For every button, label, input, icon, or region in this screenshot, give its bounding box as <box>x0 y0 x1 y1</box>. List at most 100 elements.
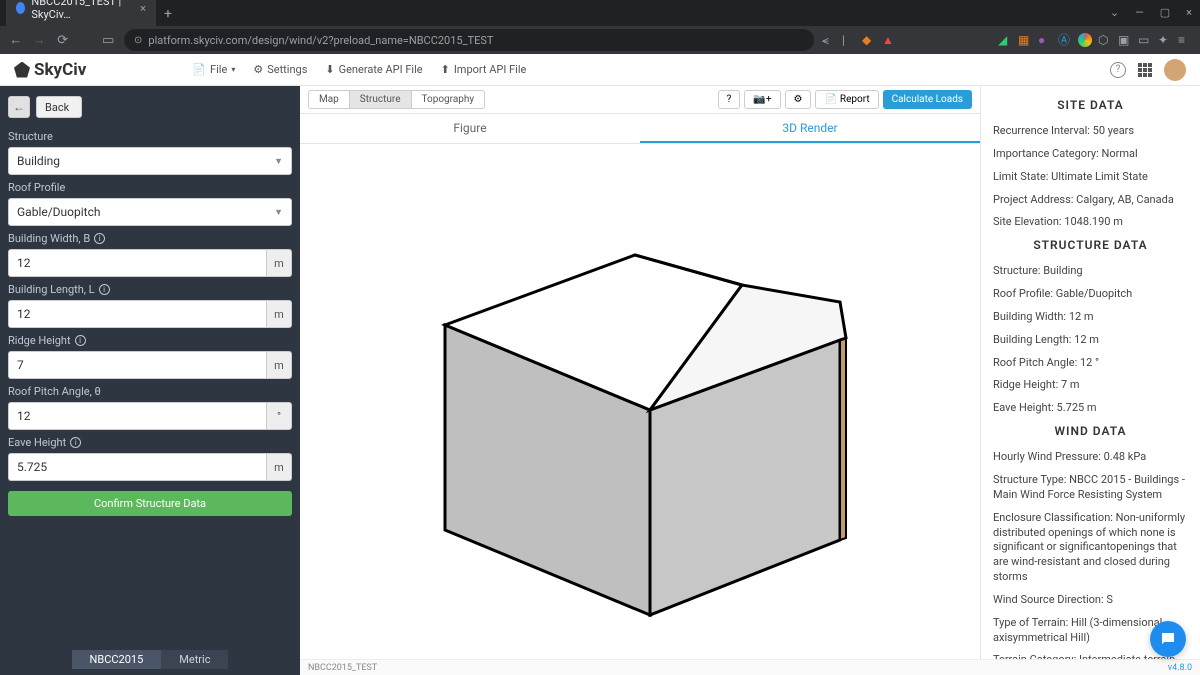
calculate-loads-button[interactable]: Calculate Loads <box>883 90 972 109</box>
data-row: Structure: Building <box>993 260 1188 283</box>
ext-icon[interactable]: ▲ <box>882 33 896 47</box>
ext-icon[interactable]: ● <box>1038 33 1052 47</box>
tab-bar: NBCC2015_TEST | SkyCiv… × + ⌄ — ▢ × <box>0 0 1200 26</box>
unit-label: ° <box>266 402 292 430</box>
chevron-down-icon[interactable]: ⌄ <box>1106 4 1123 21</box>
info-icon[interactable]: i <box>99 284 110 295</box>
ext-icon[interactable]: Ⓐ <box>1058 33 1072 47</box>
site-data-title: SITE DATA <box>993 98 1188 112</box>
right-panel: SITE DATA Recurrence Interval: 50 years … <box>980 86 1200 675</box>
data-row: Eave Height: 5.725 m <box>993 397 1188 420</box>
footer-version: v4.8.0 <box>1168 663 1192 673</box>
back-nav-icon[interactable]: ← <box>8 32 24 48</box>
info-icon[interactable]: i <box>94 233 105 244</box>
ridge-label: Ridge Heighti <box>8 334 292 347</box>
help-toolbar-button[interactable]: ? <box>718 90 741 109</box>
generate-api-button[interactable]: ⬇Generate API File <box>325 63 422 76</box>
apps-icon[interactable] <box>1138 63 1152 77</box>
roof-profile-select[interactable]: Gable/Duopitch ▼ <box>8 198 292 226</box>
browser-chrome: NBCC2015_TEST | SkyCiv… × + ⌄ — ▢ × ← → … <box>0 0 1200 54</box>
ext-icon[interactable]: ▦ <box>1018 33 1032 47</box>
logo-icon <box>14 62 30 78</box>
3d-render-tab[interactable]: 3D Render <box>640 114 980 143</box>
length-label: Building Length, Li <box>8 283 292 296</box>
share-icon[interactable]: ⪪ <box>822 33 836 47</box>
settings-button[interactable]: ⚙Settings <box>253 63 307 76</box>
caret-icon: ▼ <box>274 156 283 167</box>
roof-profile-select-value: Gable/Duopitch <box>17 205 100 219</box>
ext-icon[interactable]: ▣ <box>1118 33 1132 47</box>
pitch-input[interactable] <box>8 402 266 430</box>
data-row: Roof Profile: Gable/Duopitch <box>993 283 1188 306</box>
ext-icon[interactable] <box>1078 33 1092 47</box>
info-icon[interactable]: i <box>75 335 86 346</box>
tab-close-icon[interactable]: × <box>140 2 146 15</box>
tab-map[interactable]: Map <box>308 90 350 109</box>
caret-icon: ▼ <box>274 207 283 218</box>
chat-icon <box>1159 630 1177 648</box>
close-window-icon[interactable]: × <box>1182 4 1196 21</box>
tab-structure[interactable]: Structure <box>350 90 412 109</box>
code-pill[interactable]: NBCC2015 <box>72 650 162 669</box>
import-api-button[interactable]: ⬆Import API File <box>441 63 527 76</box>
ext-icon[interactable]: ▭ <box>1138 33 1152 47</box>
reload-icon[interactable]: ⟳ <box>55 33 71 48</box>
logo[interactable]: SkyCiv <box>14 60 86 80</box>
back-button[interactable]: Back <box>36 96 82 118</box>
3d-canvas[interactable] <box>300 144 980 675</box>
structure-select[interactable]: Building ▼ <box>8 147 292 175</box>
browser-tab[interactable]: NBCC2015_TEST | SkyCiv… × <box>6 0 156 26</box>
ext-icon[interactable]: ◆ <box>862 33 876 47</box>
window-controls: ⌄ — ▢ × <box>1106 4 1196 21</box>
length-input[interactable] <box>8 300 266 328</box>
data-row: Structure Type: NBCC 2015 - Buildings - … <box>993 469 1188 507</box>
width-input[interactable] <box>8 249 266 277</box>
footer-bar: NBCC2015_TEST v4.8.0 <box>300 659 1200 675</box>
confirm-structure-button[interactable]: Confirm Structure Data <box>8 491 292 516</box>
file-menu[interactable]: 📄File▾ <box>192 63 235 76</box>
tab-topography[interactable]: Topography <box>412 90 486 109</box>
building-render <box>360 200 920 620</box>
new-tab-button[interactable]: + <box>156 2 180 26</box>
site-info-icon[interactable]: ▭ <box>101 33 117 48</box>
data-row: Ridge Height: 7 m <box>993 374 1188 397</box>
pitch-label: Roof Pitch Angle, θ <box>8 385 292 398</box>
camera-toolbar-button[interactable]: 📷+ <box>744 90 780 109</box>
data-row: Wind Source Direction: S <box>993 589 1188 612</box>
figure-tab[interactable]: Figure <box>300 114 640 143</box>
forward-nav-icon[interactable]: → <box>32 32 48 48</box>
units-pill[interactable]: Metric <box>161 650 228 669</box>
avatar[interactable] <box>1164 59 1186 81</box>
view-tabs: Figure 3D Render <box>300 114 980 144</box>
help-icon[interactable]: ? <box>1110 62 1126 78</box>
data-row: Roof Pitch Angle: 12 ° <box>993 352 1188 375</box>
chat-bubble-button[interactable] <box>1150 621 1186 657</box>
data-row: Site Elevation: 1048.190 m <box>993 211 1188 234</box>
sidebar: ← Back Structure Building ▼ Roof Profile… <box>0 86 300 675</box>
gear-toolbar-button[interactable]: ⚙ <box>785 90 812 109</box>
footer-filename: NBCC2015_TEST <box>308 663 377 673</box>
data-row: Building Length: 12 m <box>993 329 1188 352</box>
menu-icon[interactable]: ≡ <box>1178 33 1192 47</box>
maximize-icon[interactable]: ▢ <box>1156 4 1174 21</box>
ridge-input[interactable] <box>8 351 266 379</box>
extension-icons: ⪪ | ◆ ▲ ◢ ▦ ● Ⓐ ⬡ ▣ ▭ ✦ ≡ <box>822 33 1192 47</box>
report-button[interactable]: 📄Report <box>815 90 878 109</box>
minimize-icon[interactable]: — <box>1131 4 1148 21</box>
ext-icon[interactable]: ◢ <box>998 33 1012 47</box>
data-row: Limit State: Ultimate Limit State <box>993 166 1188 189</box>
back-arrow-button[interactable]: ← <box>8 96 30 118</box>
address-bar: ← → ⟳ ▭ ⊙ platform.skyciv.com/design/win… <box>0 26 1200 54</box>
structure-select-value: Building <box>17 154 60 168</box>
eave-input[interactable] <box>8 453 266 481</box>
ext-icon[interactable]: ⬡ <box>1098 33 1112 47</box>
eave-label: Eave Heighti <box>8 436 292 449</box>
data-row: Recurrence Interval: 50 years <box>993 120 1188 143</box>
info-icon[interactable]: i <box>70 437 81 448</box>
data-row: Building Width: 12 m <box>993 306 1188 329</box>
ext-icon[interactable]: ✦ <box>1158 33 1172 47</box>
center-panel: Map Structure Topography ? 📷+ ⚙ 📄Report … <box>300 86 980 675</box>
url-field[interactable]: ⊙ platform.skyciv.com/design/wind/v2?pre… <box>124 29 814 51</box>
app-header: SkyCiv 📄File▾ ⚙Settings ⬇Generate API Fi… <box>0 54 1200 86</box>
structure-label: Structure <box>8 130 292 143</box>
